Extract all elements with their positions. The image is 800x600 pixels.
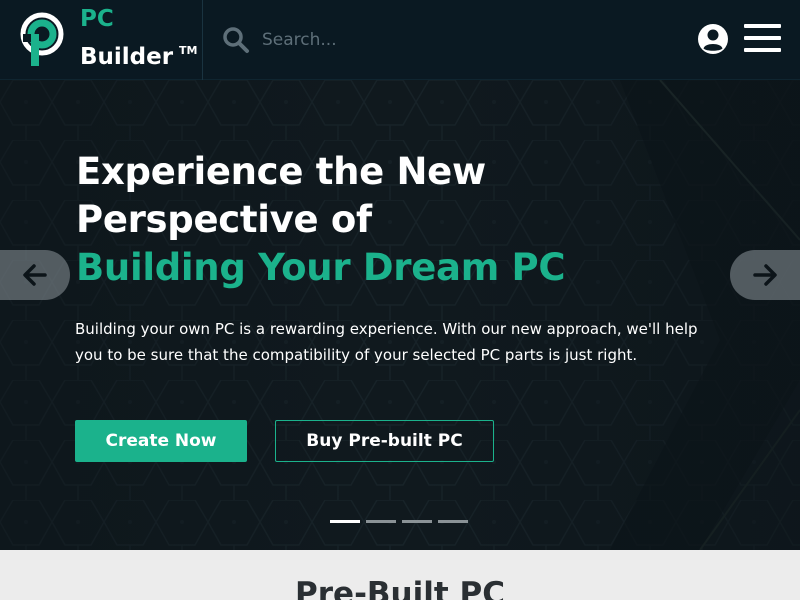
prebuilt-section: Pre-Built PC xyxy=(0,550,800,600)
brand-name-builder[interactable]: Builder xyxy=(80,44,173,70)
carousel-indicators xyxy=(330,520,468,523)
hero-heading-accent: Building Your Dream PC xyxy=(76,246,566,289)
buy-prebuilt-button[interactable]: Buy Pre-built PC xyxy=(275,420,494,462)
site-header: PC Builder TM xyxy=(0,0,800,80)
hero-heading: Experience the New Perspective of Buildi… xyxy=(76,148,716,292)
menu-bar xyxy=(744,48,781,52)
hero-heading-line2: Perspective of xyxy=(76,198,372,241)
hamburger-menu-icon[interactable] xyxy=(744,24,782,56)
brand-name-pc[interactable]: PC xyxy=(80,6,114,32)
section-title: Pre-Built PC xyxy=(295,576,505,600)
carousel-next-button[interactable] xyxy=(730,250,800,300)
logo-icon[interactable] xyxy=(20,12,64,68)
hero-carousel: Experience the New Perspective of Buildi… xyxy=(0,80,800,550)
arrow-right-icon xyxy=(753,264,777,286)
menu-bar xyxy=(744,24,781,28)
menu-bar xyxy=(744,36,781,40)
search-input[interactable] xyxy=(262,26,642,54)
carousel-indicator[interactable] xyxy=(438,520,468,523)
trademark-mark: TM xyxy=(179,44,198,57)
search-icon[interactable] xyxy=(222,26,250,54)
carousel-indicator[interactable] xyxy=(402,520,432,523)
hero-description: Building your own PC is a rewarding expe… xyxy=(75,320,698,364)
user-account-icon[interactable] xyxy=(697,23,729,55)
create-now-button[interactable]: Create Now xyxy=(75,420,247,462)
arrow-left-icon xyxy=(23,264,47,286)
carousel-prev-button[interactable] xyxy=(0,250,70,300)
header-divider xyxy=(202,0,203,80)
carousel-indicator[interactable] xyxy=(330,520,360,523)
hero-heading-line1: Experience the New xyxy=(76,150,486,193)
carousel-indicator[interactable] xyxy=(366,520,396,523)
